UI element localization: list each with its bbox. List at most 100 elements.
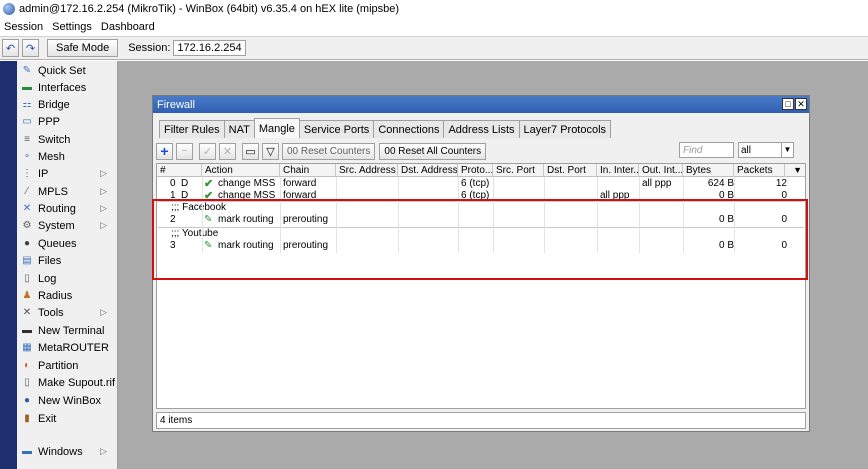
comment-button[interactable]: ▭ [242,142,259,160]
remove-button[interactable]: − [176,142,193,160]
submenu-arrow-icon: ▷ [100,446,107,456]
sidebar-item-ppp[interactable]: ▭ PPP [17,113,117,130]
sidebar-item-label: Files [38,254,62,267]
enable-button[interactable]: ✓ [199,142,216,160]
rule-in-interface [600,178,640,190]
wand-icon: ✎ [22,65,32,76]
sidebar-item-label: Switch [38,133,71,146]
sidebar-item-interfaces[interactable]: ▬ Interfaces [17,79,117,96]
sidebar-item-exit[interactable]: ▮ Exit [17,410,117,427]
add-button[interactable]: + [156,142,173,160]
close-button[interactable]: ✕ [795,98,807,110]
firewall-toolbar: + − ✓ ✕ ▭ ▽ 00 Reset Counters 00 Reset A… [156,142,806,160]
disable-button[interactable]: ✕ [219,142,236,160]
sidebar-item-bridge[interactable]: ⚏ Bridge [17,96,117,113]
filter-select[interactable]: all ▼ [738,142,794,158]
column-header[interactable]: # [157,164,202,177]
sidebar-item-new-winbox[interactable]: ● New WinBox [17,392,117,409]
mesh-icon: ∘ [23,151,31,162]
maximize-icon: □ [785,99,791,109]
menu-dashboard[interactable]: Dashboard [101,21,155,33]
table-row[interactable]: 0 D ✔ change MSS forward 6 (tcp) all ppp 624 B 1… [157,178,805,190]
firewall-tabs: Filter Rules NAT Mangle Service Ports Co… [159,118,612,138]
sidebar-item-routing[interactable]: ✕ Routing ▷ [17,200,117,217]
column-header[interactable]: In. Inter... [597,164,639,177]
column-menu-icon[interactable]: ▼ [793,164,802,177]
sidebar-item-label: Mesh [38,150,65,163]
sidebar-item-switch[interactable]: ≡ Switch [17,131,117,148]
rule-packets: 12 [775,178,787,189]
sidebar-item-radius[interactable]: ♟ Radius [17,287,117,304]
sidebar-item-log[interactable]: ▯ Log [17,270,117,287]
tab-layer7-protocols[interactable]: Layer7 Protocols [518,120,612,138]
safe-mode-button[interactable]: Safe Mode [47,39,119,57]
column-header[interactable]: Src. Address [336,164,398,177]
firewall-title-bar[interactable]: Firewall □ ✕ [153,96,809,113]
filter-select-value: all [741,144,752,156]
column-header[interactable]: Action [202,164,280,177]
sidebar-item-windows[interactable]: ▬ Windows ▷ [17,443,117,460]
column-header[interactable]: Bytes [683,164,734,177]
tab-address-lists[interactable]: Address Lists [443,120,520,138]
redo-button[interactable]: ↷ [22,39,39,57]
dropdown-arrow-icon: ▼ [781,143,793,157]
sidebar-item-label: MetaROUTER [38,341,109,354]
sidebar-item-mesh[interactable]: ∘ Mesh [17,148,117,165]
sidebar-item-mpls[interactable]: ⁄ MPLS ▷ [17,183,117,200]
log-icon: ▯ [24,273,30,284]
filter-button[interactable]: ▽ [262,142,279,160]
sidebar-item-metarouter[interactable]: ▦ MetaROUTER [17,339,117,356]
rule-flag: D [181,178,189,189]
sidebar-item-ip[interactable]: ⋮ IP ▷ [17,165,117,182]
rule-chain: forward [283,178,317,189]
column-header[interactable]: Packets [734,164,785,177]
sidebar-item-queues[interactable]: ● Queues [17,235,117,252]
sidebar-item-system[interactable]: ⚙ System ▷ [17,217,117,234]
files-icon: ▤ [22,255,32,266]
column-header[interactable]: Out. Int... [639,164,683,177]
sidebar-item-quick-set[interactable]: ✎ Quick Set [17,62,117,79]
comment-icon: ▭ [245,145,256,158]
sidebar-item-tools[interactable]: ✕ Tools ▷ [17,304,117,321]
radius-icon: ♟ [22,290,32,301]
partition-icon: ◐ [23,360,31,371]
sidebar-item-label: Partition [38,359,79,372]
highlight-box [152,199,808,280]
column-header[interactable]: Dst. Port [544,164,597,177]
tab-filter-rules[interactable]: Filter Rules [159,120,225,138]
sidebar-item-label: Quick Set [38,64,86,77]
sidebar-item-files[interactable]: ▤ Files [17,252,117,269]
sidebar-item-new-terminal[interactable]: ▬ New Terminal [17,322,117,339]
column-header[interactable]: Proto... [458,164,493,177]
winbox-app-icon [3,3,15,15]
tab-mangle[interactable]: Mangle [253,118,300,138]
submenu-arrow-icon: ▷ [100,203,107,213]
sidebar-item-partition[interactable]: ◐ Partition [17,357,117,374]
tab-nat[interactable]: NAT [223,120,255,138]
reset-counters-button[interactable]: 00 Reset Counters [282,142,376,160]
undo-button[interactable]: ↶ [2,39,19,57]
sidebar-item-label: Make Supout.rif [38,376,116,389]
main-toolbar: ↶ ↷ Safe Mode Session: 172.16.2.254 [0,36,868,60]
maximize-button[interactable]: □ [782,98,794,110]
submenu-arrow-icon: ▷ [100,186,107,196]
undo-icon: ↶ [5,42,16,55]
sidebar-item-label: Routing [38,202,76,215]
sidebar-item-label: Exit [38,412,57,425]
column-header[interactable]: Src. Port [493,164,544,177]
tab-connections[interactable]: Connections [373,120,445,138]
tab-service-ports[interactable]: Service Ports [298,120,375,138]
rule-action: change MSS [218,178,276,189]
sidebar-item-make-supout-rif[interactable]: ▯ Make Supout.rif [17,374,117,391]
menu-settings[interactable]: Settings [52,21,92,33]
column-header[interactable]: Chain [280,164,336,177]
find-input[interactable]: Find [679,142,734,158]
routing-icon: ✕ [22,203,32,214]
submenu-arrow-icon: ▷ [100,168,107,178]
menu-session[interactable]: Session [4,21,43,33]
document-icon: ▯ [24,377,30,388]
column-header[interactable]: Dst. Address [398,164,458,177]
sidebar-item-label: Interfaces [38,81,87,94]
sidebar-item-label: New WinBox [38,394,101,407]
reset-all-counters-button[interactable]: 00 Reset All Counters [379,142,487,160]
